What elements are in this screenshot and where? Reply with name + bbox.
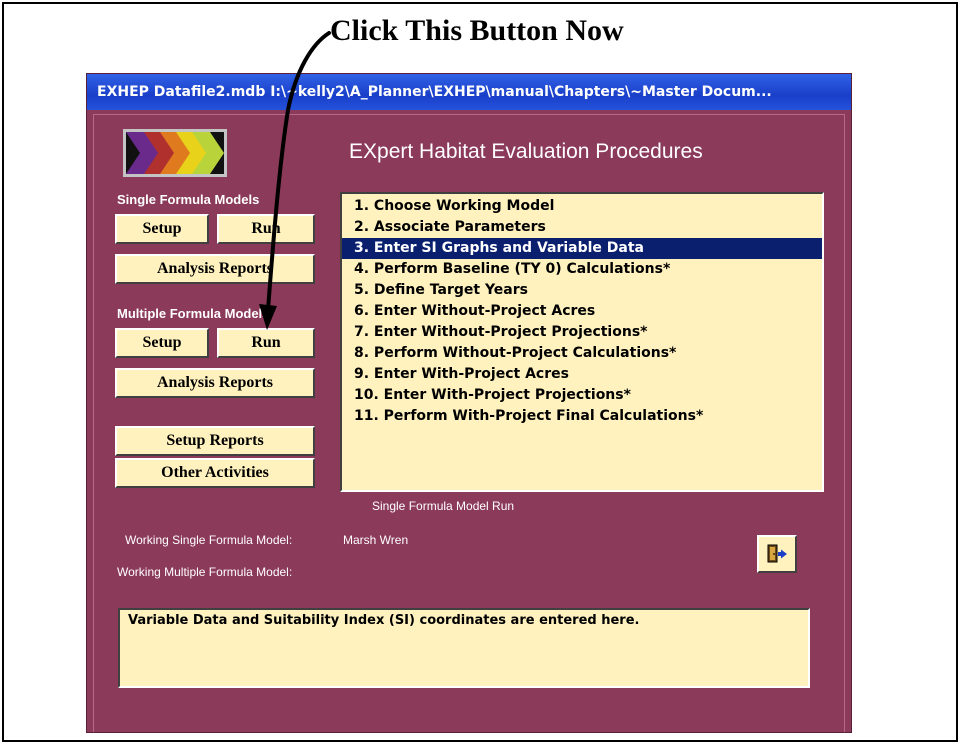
single-analysis-reports-button[interactable]: Analysis Reports — [115, 254, 315, 284]
window-titlebar[interactable]: EXHEP Datafile2.mdb I:\~kelly2\A_Planner… — [87, 74, 851, 110]
step-item[interactable]: 5. Define Target Years — [342, 280, 822, 301]
chevron-arrows-logo — [123, 129, 227, 177]
single-formula-label: Single Formula Models — [117, 192, 260, 207]
exit-button[interactable] — [757, 535, 797, 573]
info-panel: Variable Data and Suitability Index (SI)… — [118, 608, 810, 688]
single-setup-button[interactable]: Setup — [115, 214, 209, 244]
single-run-button[interactable]: Run — [217, 214, 315, 244]
step-item[interactable]: 9. Enter With-Project Acres — [342, 364, 822, 385]
step-item[interactable]: 7. Enter Without-Project Projections* — [342, 322, 822, 343]
other-activities-button[interactable]: Other Activities — [115, 458, 315, 488]
app-window: EXHEP Datafile2.mdb I:\~kelly2\A_Planner… — [86, 73, 852, 733]
working-single-label: Working Single Formula Model: — [125, 533, 293, 547]
step-item[interactable]: 8. Perform Without-Project Calculations* — [342, 343, 822, 364]
multiple-setup-button[interactable]: Setup — [115, 328, 209, 358]
multiple-formula-label: Multiple Formula Models — [117, 306, 270, 321]
step-item[interactable]: 6. Enter Without-Project Acres — [342, 301, 822, 322]
multiple-analysis-reports-button[interactable]: Analysis Reports — [115, 368, 315, 398]
working-single-value: Marsh Wren — [343, 533, 409, 547]
step-item[interactable]: 10. Enter With-Project Projections* — [342, 385, 822, 406]
exit-door-icon — [767, 544, 787, 563]
multiple-run-button[interactable]: Run — [217, 328, 315, 358]
step-item[interactable]: 1. Choose Working Model — [342, 196, 822, 217]
mode-status: Single Formula Model Run — [372, 499, 515, 513]
working-multiple-label: Working Multiple Formula Model: — [117, 565, 293, 579]
step-item[interactable]: 4. Perform Baseline (TY 0) Calculations* — [342, 259, 822, 280]
callout-text: Click This Button Now — [330, 14, 624, 47]
step-item[interactable]: 11. Perform With-Project Final Calculati… — [342, 406, 822, 427]
step-item[interactable]: 3. Enter SI Graphs and Variable Data — [342, 238, 822, 259]
app-title: EXpert Habitat Evaluation Procedures — [349, 140, 703, 163]
step-item[interactable]: 2. Associate Parameters — [342, 217, 822, 238]
workflow-steps-list[interactable]: 1. Choose Working Model 2. Associate Para… — [340, 192, 824, 492]
setup-reports-button[interactable]: Setup Reports — [115, 426, 315, 456]
